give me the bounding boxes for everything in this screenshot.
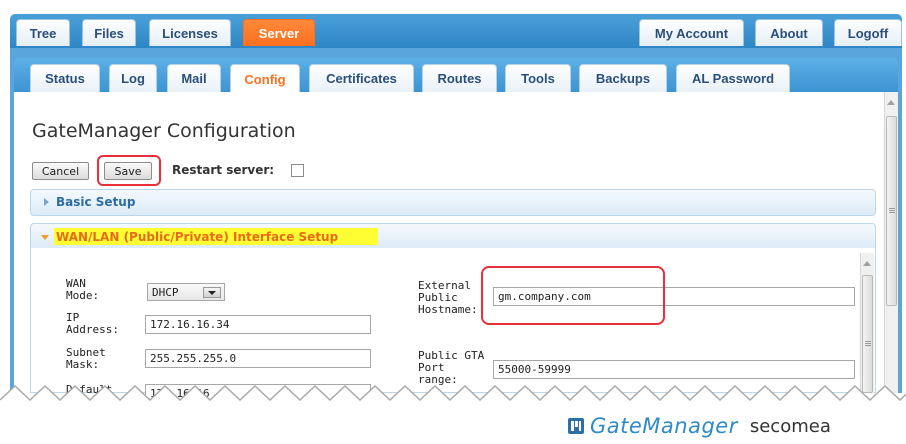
tab-backups[interactable]: Backups	[579, 64, 667, 92]
tab-status[interactable]: Status	[30, 64, 100, 92]
page-title: GateManager Configuration	[32, 120, 296, 142]
grip-icon	[865, 341, 871, 342]
section-scroll-thumb[interactable]	[862, 275, 873, 393]
subnet-mask-label: Subnet Mask:	[66, 346, 106, 371]
tab-tree[interactable]: Tree	[16, 19, 70, 46]
tab-al-password[interactable]: AL Password	[676, 64, 790, 92]
tab-server[interactable]: Server	[243, 19, 315, 46]
page-scroll-thumb[interactable]	[886, 116, 897, 306]
tab-my-account[interactable]: My Account	[639, 19, 744, 46]
restart-server-label: Restart server:	[172, 163, 275, 177]
grip-icon	[889, 208, 895, 209]
tab-licenses[interactable]: Licenses	[149, 19, 231, 46]
gatemanager-logo-icon	[568, 418, 584, 434]
tab-files[interactable]: Files	[82, 19, 136, 46]
wan-mode-value: DHCP	[152, 285, 179, 299]
restart-server-checkbox[interactable]	[291, 164, 304, 177]
tab-routes[interactable]: Routes	[422, 64, 497, 92]
hostname-highlight-box	[481, 266, 665, 325]
scroll-up-arrow-icon[interactable]	[887, 100, 895, 105]
chevron-down-icon	[41, 235, 49, 240]
tab-config[interactable]: Config	[230, 64, 300, 93]
chevron-down-icon	[208, 291, 216, 295]
ip-address-label: IP Address:	[66, 311, 119, 336]
secomea-logo-text: secomea	[749, 415, 831, 437]
tab-certificates[interactable]: Certificates	[309, 64, 414, 92]
wan-lan-setup-label: WAN/LAN (Public/Private) Interface Setup	[56, 230, 339, 244]
tab-mail[interactable]: Mail	[167, 64, 221, 92]
public-gta-port-input[interactable]: 55000-59999	[493, 360, 855, 379]
external-hostname-label: External Public Hostname:	[418, 279, 478, 316]
save-button[interactable]: Save	[104, 162, 152, 180]
tab-log[interactable]: Log	[109, 64, 157, 92]
basic-setup-header[interactable]	[30, 189, 876, 216]
subnet-mask-input[interactable]: 255.255.255.0	[145, 349, 371, 368]
basic-setup-label: Basic Setup	[56, 195, 136, 209]
tab-tools[interactable]: Tools	[505, 64, 571, 92]
tab-about[interactable]: About	[755, 19, 823, 46]
cancel-button[interactable]: Cancel	[32, 162, 89, 180]
scroll-up-arrow-icon[interactable]	[863, 261, 871, 266]
footer-branding: GateManager secomea	[568, 414, 831, 438]
tab-logoff[interactable]: Logoff	[834, 19, 902, 46]
chevron-right-icon	[44, 198, 49, 206]
wan-mode-label: WAN Mode:	[66, 277, 100, 302]
gatemanager-logo-text: GateManager	[590, 414, 738, 438]
ip-address-input[interactable]: 172.16.16.34	[145, 315, 371, 334]
